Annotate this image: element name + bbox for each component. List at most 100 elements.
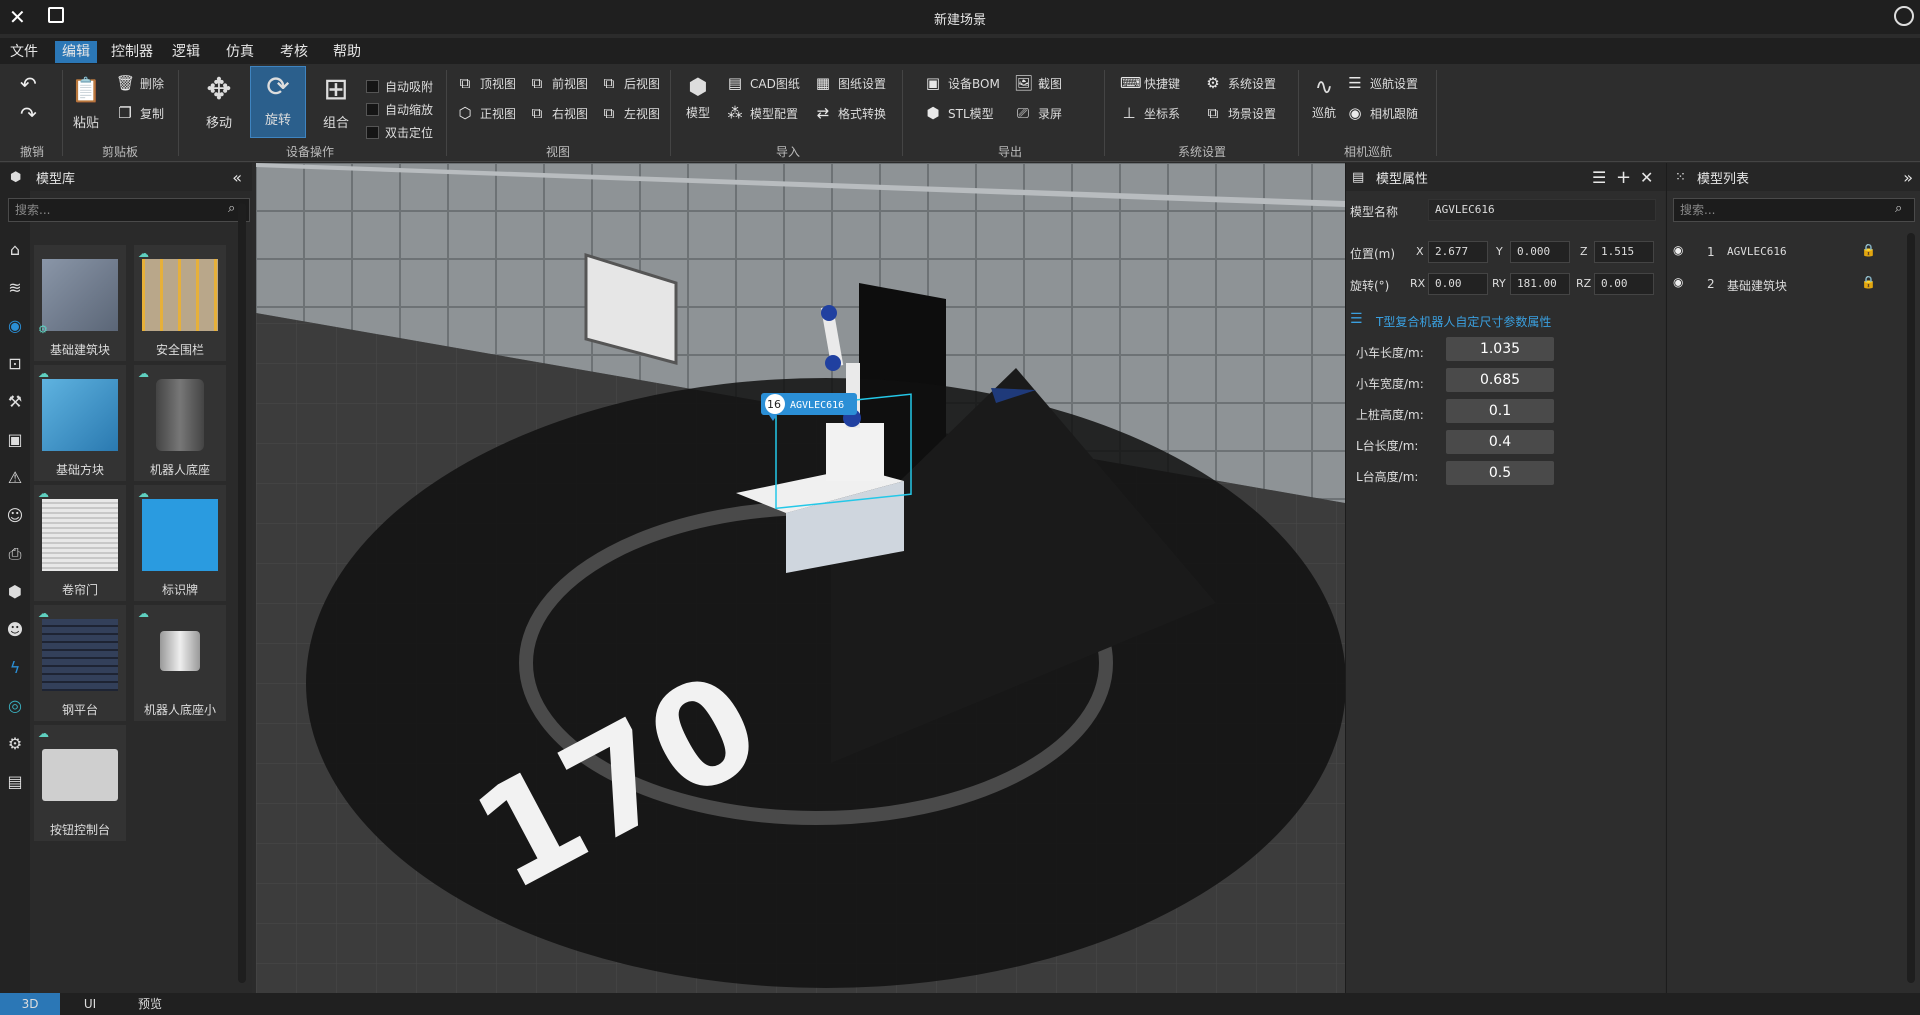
position-x-field[interactable]: 2.677 [1428,241,1488,263]
menu-file[interactable]: 文件 [3,41,45,63]
person-icon[interactable]: ☺ [4,505,26,527]
tab-ui[interactable]: UI [60,993,120,1015]
move-button[interactable]: ✥ 移动 [198,70,240,131]
back-view-button[interactable]: ⧉ 后视图 [600,74,660,92]
auto-zoom-toggle[interactable]: 自动缩放 [366,101,433,118]
shortcut-button[interactable]: ⌨ 快捷键 [1120,74,1180,92]
lightning-icon[interactable]: ϟ [4,657,26,679]
rotation-z-field[interactable]: 0.00 [1594,273,1654,295]
conveyor-icon[interactable]: ≋ [4,277,26,299]
patrol-button[interactable]: ∿ 巡航 [1306,72,1342,121]
auto-snap-toggle[interactable]: 自动吸附 [366,78,433,95]
collapse-right-icon[interactable]: » [1903,168,1913,187]
record-button[interactable]: ⎚ 录屏 [1014,104,1062,122]
library-item-safety-fence[interactable]: ☁ 安全围栏 [134,245,226,361]
search-icon[interactable]: ⌕ [1895,201,1902,216]
menu-help[interactable]: 帮助 [326,41,368,63]
robot-icon[interactable]: ☻ [4,619,26,641]
collapse-left-icon[interactable]: « [232,168,242,187]
group-button[interactable]: ⊞ 组合 [316,70,356,131]
lock-icon[interactable]: 🔒 [1861,275,1876,289]
undo-icon[interactable]: ↶ [20,72,37,96]
model-list-search-input[interactable]: 搜索... [1673,198,1915,222]
screenshot-button[interactable]: 🖼 截图 [1014,74,1062,92]
library-item-robot-base[interactable]: ☁ 机器人底座 [134,365,226,481]
menu-icon[interactable]: ☰ [1592,168,1606,187]
library-item-roller-door[interactable]: ☁ 卷帘门 [34,485,126,601]
rotate-button[interactable]: ⟳ 旋转 [250,66,306,138]
param-value-field[interactable]: 0.1 [1446,399,1554,423]
model-config-button[interactable]: ⁂ 模型配置 [726,104,799,122]
library-item-base-cube[interactable]: ☁ 基础方块 [34,365,126,481]
left-view-button[interactable]: ⧉ 左视图 [600,104,660,122]
copy-button[interactable]: ❐ 复制 [116,104,164,122]
iso-view-button[interactable]: ⬡ 正视图 [456,104,516,122]
position-z-field[interactable]: 1.515 [1594,241,1654,263]
model-library-search-input[interactable]: 搜索... [8,198,250,222]
tab-preview[interactable]: 预览 [120,993,180,1015]
menu-controller[interactable]: 控制器 [104,41,160,63]
network-icon[interactable]: ◎ [4,695,26,717]
model-import-button[interactable]: ⬢ 模型 [680,72,716,121]
param-value-field[interactable]: 1.035 [1446,337,1554,361]
paste-button[interactable]: 📋 粘贴 [68,70,104,131]
machine-icon[interactable]: ▣ [4,429,26,451]
library-item-button-console[interactable]: ☁ 按钮控制台 [34,725,126,841]
right-view-button[interactable]: ⧉ 右视图 [528,104,588,122]
scene-settings-button[interactable]: ⧉ 场景设置 [1204,104,1276,122]
model-list-row[interactable]: ◉ 2 基础建筑块 🔒 [1667,269,1920,297]
cad-drawing-button[interactable]: ▤ CAD图纸 [726,74,800,92]
param-value-field[interactable]: 0.5 [1446,461,1554,485]
add-icon[interactable]: + [1616,167,1631,188]
robot-arm-icon[interactable]: ⚒ [4,391,26,413]
param-value-field[interactable]: 0.4 [1446,430,1554,454]
eye-icon[interactable]: ◉ [1673,275,1683,289]
rotation-y-field[interactable]: 181.00 [1510,273,1570,295]
sensor-icon[interactable]: ⚠ [4,467,26,489]
model-list-scrollbar[interactable] [1907,233,1915,983]
box-icon[interactable]: ⬢ [4,581,26,603]
library-scrollbar[interactable] [238,203,246,983]
format-convert-button[interactable]: ⇄ 格式转换 [814,104,886,122]
agv-icon[interactable]: ◉ [4,315,26,337]
top-view-button[interactable]: ⧉ 顶视图 [456,74,516,92]
lock-icon[interactable]: 🔒 [1861,243,1876,257]
system-settings-button[interactable]: ⚙ 系统设置 [1204,74,1276,92]
menu-simulation[interactable]: 仿真 [219,41,261,63]
search-icon[interactable]: ⌕ [228,201,235,216]
auto-zoom-checkbox[interactable] [366,103,379,116]
drawing-settings-button[interactable]: ▦ 图纸设置 [814,74,886,92]
auto-snap-checkbox[interactable] [366,80,379,93]
position-y-field[interactable]: 0.000 [1510,241,1570,263]
redo-icon[interactable]: ↷ [20,102,37,126]
param-value-field[interactable]: 0.685 [1446,368,1554,392]
device-bom-button[interactable]: ▣ 设备BOM [924,74,1000,92]
patrol-settings-button[interactable]: ☰ 巡航设置 [1346,74,1418,92]
camera-follow-button[interactable]: ◉ 相机跟随 [1346,104,1418,122]
menu-logic[interactable]: 逻辑 [165,41,207,63]
library-item-steel-platform[interactable]: ☁ 钢平台 [34,605,126,721]
library-item-robot-base-small[interactable]: ☁ 机器人底座小 [134,605,226,721]
eye-icon[interactable]: ◉ [1673,243,1683,257]
dbl-locate-checkbox[interactable] [366,126,379,139]
library-item-building-block[interactable]: ⚙ 基础建筑块 [34,245,126,361]
scene-canvas[interactable]: 170 16 AGVLEC616 [256,163,1345,993]
settings-icon[interactable]: ⚙ [4,733,26,755]
library-item-sign-board[interactable]: ☁ 标识牌 [134,485,226,601]
delete-button[interactable]: 🗑 删除 [116,74,164,92]
dbl-locate-toggle[interactable]: 双击定位 [366,124,433,141]
config-file-icon[interactable]: ▤ [4,771,26,793]
hand-truck-icon[interactable]: ⊡ [4,353,26,375]
close-icon[interactable]: ✕ [1640,168,1653,187]
model-name-field[interactable]: AGVLEC616 [1428,199,1656,221]
menu-assessment[interactable]: 考核 [273,41,315,63]
building-icon[interactable]: ⌂ [4,239,26,261]
coordinate-button[interactable]: ⊥ 坐标系 [1120,104,1180,122]
front-view-button[interactable]: ⧉ 前视图 [528,74,588,92]
model-list-row[interactable]: ◉ 1 AGVLEC616 🔒 [1667,237,1920,265]
user-avatar-icon[interactable] [1894,6,1914,26]
stl-model-button[interactable]: ⬢ STL模型 [924,104,993,122]
3d-viewport[interactable]: 170 16 AGVLEC616 [256,163,1345,993]
rotation-x-field[interactable]: 0.00 [1428,273,1488,295]
menu-edit[interactable]: 编辑 [55,41,97,63]
